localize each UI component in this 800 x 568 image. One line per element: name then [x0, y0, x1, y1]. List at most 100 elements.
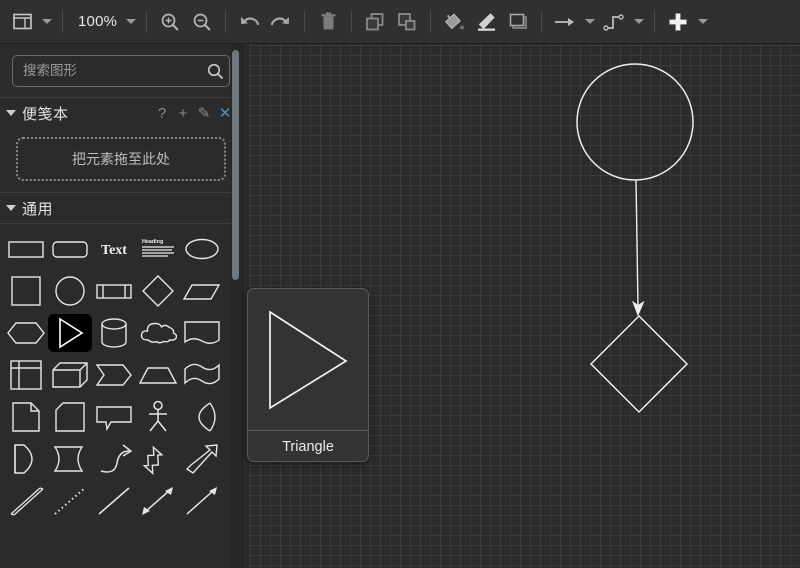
- shape-item-circle[interactable]: [48, 272, 92, 310]
- toolbar-group-history: [233, 7, 297, 37]
- delete-button[interactable]: [312, 7, 344, 37]
- shape-preview-label: Triangle: [248, 431, 368, 462]
- line-color-button[interactable]: [470, 7, 502, 37]
- chevron-down-icon[interactable]: [6, 110, 16, 116]
- shape-item-step[interactable]: [92, 356, 136, 394]
- shadow-button[interactable]: [502, 7, 534, 37]
- shape-item-trapezoid[interactable]: [136, 356, 180, 394]
- help-icon[interactable]: ?: [155, 105, 169, 121]
- toolbar-group-style: [438, 7, 534, 37]
- toolbar-separator: [654, 11, 655, 33]
- toolbar-group-connection: [549, 7, 647, 37]
- drawio-app: 100%: [0, 0, 800, 568]
- shape-item-line[interactable]: [92, 482, 136, 520]
- toolbar-group-zoom: 100%: [70, 13, 139, 30]
- shape-item-text[interactable]: Text: [92, 230, 136, 268]
- shape-item-arrow[interactable]: [180, 440, 224, 478]
- svg-text:Heading: Heading: [142, 239, 163, 245]
- shape-item-cloud[interactable]: [136, 314, 180, 352]
- connection-button[interactable]: [549, 7, 581, 37]
- zoom-out-button[interactable]: [186, 7, 218, 37]
- shape-item-hexagon[interactable]: [4, 314, 48, 352]
- sidebar-scrollbar-thumb[interactable]: [232, 50, 239, 280]
- redo-icon: [270, 13, 292, 31]
- plus-icon[interactable]: +: [176, 105, 190, 121]
- svg-text:Text: Text: [101, 243, 127, 258]
- main-toolbar: 100%: [0, 0, 800, 44]
- shape-item-data-storage[interactable]: [48, 440, 92, 478]
- shape-item-card[interactable]: [48, 398, 92, 436]
- layout-panel-icon: [13, 13, 32, 30]
- shape-item-textbox[interactable]: Heading: [136, 230, 180, 268]
- section-header-general[interactable]: 通用: [0, 193, 242, 223]
- shape-item-document[interactable]: [180, 314, 224, 352]
- shape-item-triangle[interactable]: [48, 314, 92, 352]
- to-front-icon: [365, 12, 385, 31]
- circle-node[interactable]: [577, 64, 693, 180]
- fill-color-button[interactable]: [438, 7, 470, 37]
- search-box[interactable]: [12, 55, 230, 87]
- toolbar-separator: [430, 11, 431, 33]
- shape-item-ellipse[interactable]: [180, 230, 224, 268]
- to-front-button[interactable]: [359, 7, 391, 37]
- shape-item-or[interactable]: [180, 398, 224, 436]
- section-title-general: 通用: [22, 198, 232, 219]
- shape-item-tape[interactable]: [180, 356, 224, 394]
- search-shapes-input[interactable]: [13, 56, 202, 86]
- toolbar-separator: [146, 11, 147, 33]
- search-icon[interactable]: [202, 56, 229, 86]
- toolbar-separator: [541, 11, 542, 33]
- format-panel-dropdown-caret[interactable]: [42, 19, 52, 24]
- undo-button[interactable]: [233, 7, 265, 37]
- to-back-button[interactable]: [391, 7, 423, 37]
- insert-dropdown-caret[interactable]: [698, 19, 708, 24]
- shape-item-rounded-rectangle[interactable]: [48, 230, 92, 268]
- shape-item-directional-connector[interactable]: [180, 482, 224, 520]
- connector-edge[interactable]: [633, 180, 644, 315]
- shape-item-parallelogram[interactable]: [180, 272, 224, 310]
- redo-button[interactable]: [265, 7, 297, 37]
- chevron-down-icon[interactable]: [6, 205, 16, 211]
- diamond-node[interactable]: [591, 316, 687, 412]
- section-title-scratchpad: 便笺本: [22, 103, 155, 124]
- insert-button[interactable]: [662, 7, 694, 37]
- shape-item-bidirectional-arrow[interactable]: [136, 440, 180, 478]
- shape-item-process[interactable]: [92, 272, 136, 310]
- connection-dropdown-caret[interactable]: [585, 19, 595, 24]
- section-header-scratchpad[interactable]: 便笺本 ? + ✎ ✕: [0, 98, 242, 128]
- shape-item-actor[interactable]: [136, 398, 180, 436]
- shape-item-bidirectional-connector[interactable]: [136, 482, 180, 520]
- shape-item-note[interactable]: [4, 398, 48, 436]
- shape-item-cylinder[interactable]: [92, 314, 136, 352]
- zoom-in-button[interactable]: [154, 7, 186, 37]
- toolbar-group-order: [359, 7, 423, 37]
- shape-item-diamond[interactable]: [136, 272, 180, 310]
- format-panel-toggle-button[interactable]: [6, 7, 38, 37]
- zoom-dropdown-caret[interactable]: [126, 19, 136, 24]
- shape-item-curve[interactable]: [92, 440, 136, 478]
- shape-item-internal-storage[interactable]: [4, 356, 48, 394]
- sidebar-scrollbar-track[interactable]: [231, 44, 241, 568]
- shape-preview-art: [248, 289, 368, 430]
- scratchpad-dropzone[interactable]: 把元素拖至此处: [16, 137, 226, 181]
- search-container: [0, 44, 242, 97]
- close-icon[interactable]: ✕: [218, 105, 232, 121]
- shape-item-dotted-line[interactable]: [48, 482, 92, 520]
- shape-item-double-line[interactable]: [4, 482, 48, 520]
- scratchpad-actions: ? + ✎ ✕: [155, 105, 232, 121]
- pencil-icon[interactable]: ✎: [197, 105, 211, 121]
- arrow-right-icon: [553, 14, 577, 30]
- shape-palette: Text Heading: [0, 224, 234, 524]
- shape-item-square[interactable]: [4, 272, 48, 310]
- shape-item-cube[interactable]: [48, 356, 92, 394]
- shape-item-rectangle[interactable]: [4, 230, 48, 268]
- toolbar-separator: [304, 11, 305, 33]
- waypoints-dropdown-caret[interactable]: [634, 19, 644, 24]
- zoom-level-label[interactable]: 100%: [70, 13, 122, 30]
- toolbar-group-delete: [312, 7, 344, 37]
- waypoints-button[interactable]: [598, 7, 630, 37]
- shape-item-and[interactable]: [4, 440, 48, 478]
- to-back-icon: [397, 12, 417, 31]
- shape-item-callout[interactable]: [92, 398, 136, 436]
- undo-icon: [238, 13, 260, 31]
